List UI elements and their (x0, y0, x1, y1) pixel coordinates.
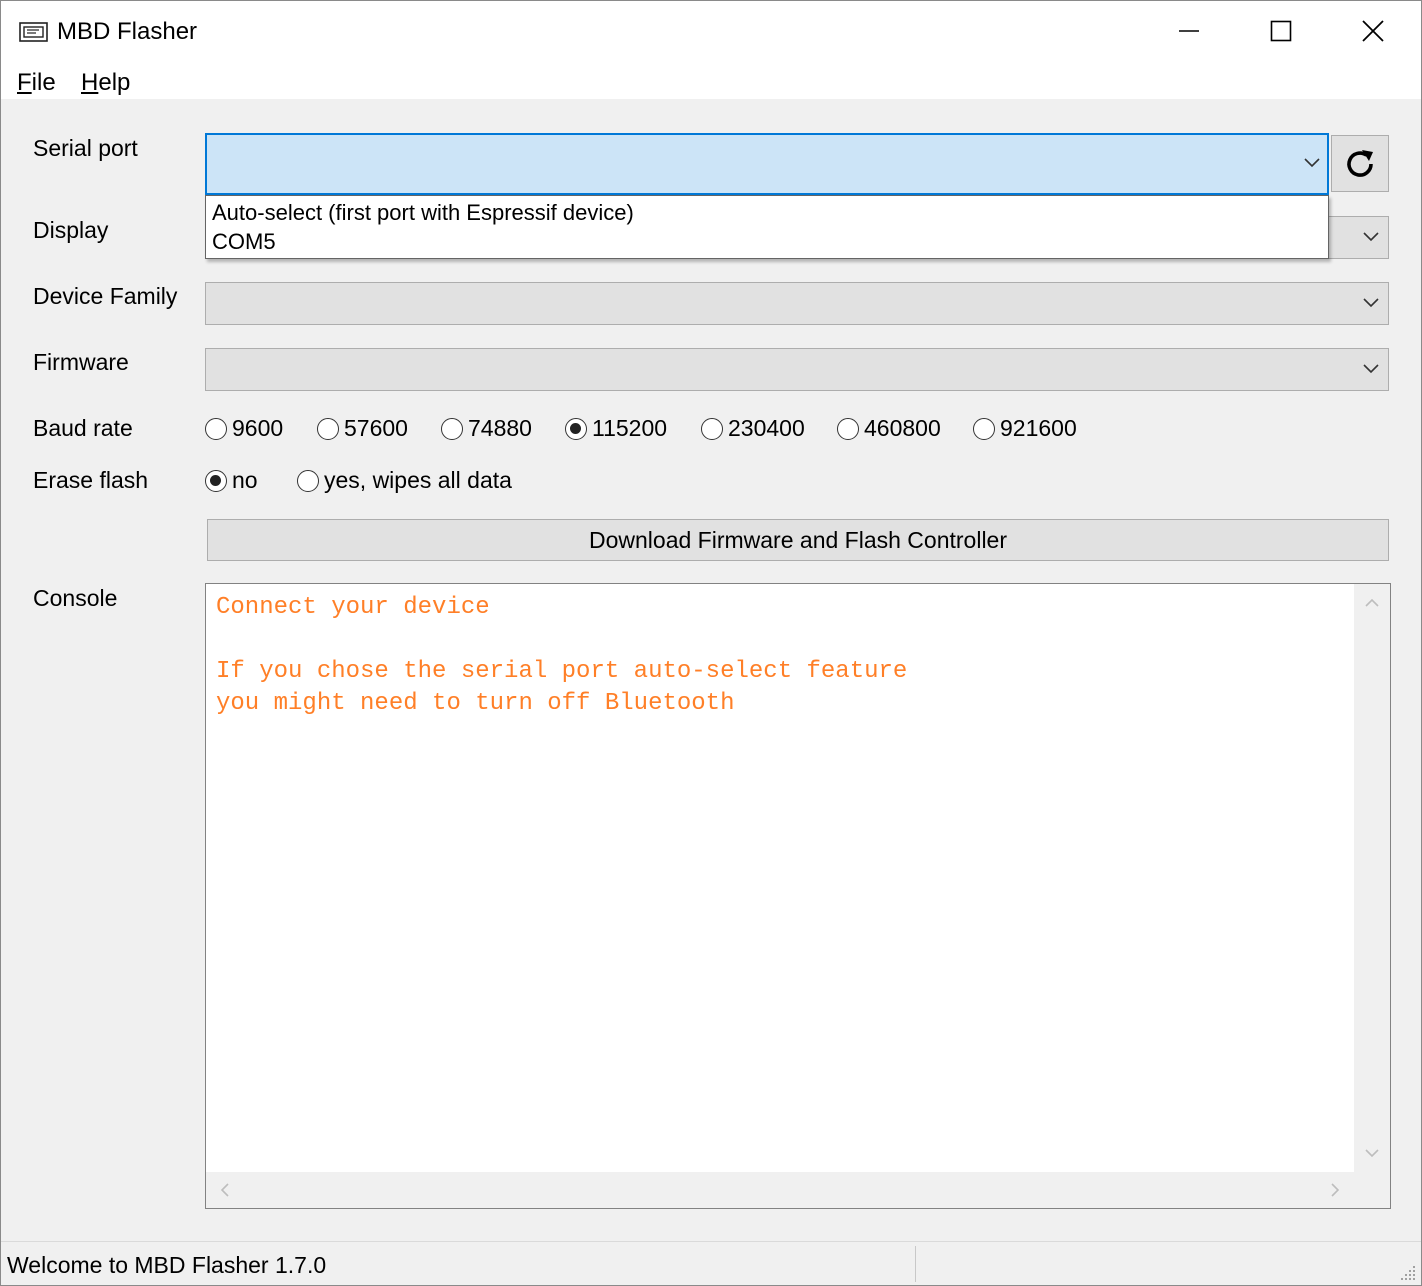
baud-radio-label: 57600 (344, 415, 408, 441)
maximize-button[interactable] (1235, 1, 1327, 61)
scroll-left-icon[interactable] (220, 1183, 230, 1197)
flash-controller-button[interactable]: Download Firmware and Flash Controller (207, 519, 1389, 561)
baud-radio-115200[interactable]: 115200 (565, 415, 667, 442)
scroll-down-icon[interactable] (1365, 1148, 1379, 1158)
radio-circle (837, 417, 859, 440)
menu-help-mnemonic: H (81, 69, 99, 96)
title-bar[interactable]: MBD Flasher (1, 1, 1421, 63)
status-separator (915, 1246, 916, 1282)
baud-radio-label: 115200 (592, 415, 668, 441)
console-output[interactable]: Connect your device If you chose the seri… (205, 583, 1391, 1209)
serial-port-option-auto[interactable]: Auto-select (first port with Espressif d… (212, 200, 634, 226)
app-window: MBD Flasher File Help Serial port Displa… (0, 0, 1422, 1286)
vertical-scrollbar[interactable] (1354, 584, 1390, 1172)
chevron-down-icon (1363, 298, 1379, 308)
serial-port-dropdown-list: Auto-select (first port with Espressif d… (205, 195, 1329, 259)
chevron-down-icon (1304, 158, 1320, 168)
erase-flash-label: Erase flash (33, 467, 149, 493)
serial-port-option-com5[interactable]: COM5 (212, 229, 276, 255)
erase-radio-no[interactable]: no (205, 467, 258, 494)
menu-bar: File Help (1, 63, 1421, 99)
radio-circle (441, 417, 463, 440)
refresh-ports-button[interactable] (1331, 135, 1389, 192)
erase-radio-label: yes, wipes all data (324, 467, 512, 493)
erase-radio-yes[interactable]: yes, wipes all data (297, 467, 512, 494)
baud-radio-74880[interactable]: 74880 (441, 415, 532, 442)
radio-circle (317, 417, 339, 440)
chevron-down-icon (1363, 232, 1379, 242)
window-title: MBD Flasher (57, 18, 198, 45)
menu-file-label: ile (31, 69, 56, 96)
menu-help[interactable]: Help (81, 69, 130, 97)
console-line: Connect your device (216, 594, 490, 621)
display-label: Display (33, 217, 109, 243)
close-button[interactable] (1327, 1, 1419, 61)
baud-radio-label: 921600 (1000, 415, 1077, 441)
menu-help-label: elp (98, 69, 131, 96)
device-family-combo[interactable] (205, 282, 1389, 325)
menu-file[interactable]: File (17, 69, 56, 97)
baud-radio-label: 230400 (728, 415, 805, 441)
console-line: If you chose the serial port auto-select… (216, 658, 908, 685)
baud-radio-label: 9600 (232, 415, 284, 441)
baud-radio-label: 74880 (468, 415, 532, 441)
maximize-icon (1270, 20, 1292, 42)
baud-radio-57600[interactable]: 57600 (317, 415, 408, 442)
menu-file-mnemonic: F (17, 69, 32, 96)
baud-rate-label: Baud rate (33, 415, 133, 441)
close-icon (1362, 20, 1384, 42)
refresh-icon (1347, 149, 1373, 177)
baud-radio-9600[interactable]: 9600 (205, 415, 283, 442)
chevron-down-icon (1363, 364, 1379, 374)
status-bar: Welcome to MBD Flasher 1.7.0 (1, 1241, 1421, 1285)
erase-radio-label: no (232, 467, 258, 493)
baud-radio-label: 460800 (864, 415, 941, 441)
resize-grip-icon[interactable] (1397, 1262, 1417, 1282)
radio-circle (205, 417, 227, 440)
minimize-icon (1179, 30, 1199, 32)
status-text: Welcome to MBD Flasher 1.7.0 (7, 1252, 327, 1278)
device-family-label: Device Family (33, 283, 178, 309)
scrollbar-corner (1354, 1172, 1390, 1208)
console-text: Connect your device If you chose the seri… (216, 592, 907, 720)
serial-port-combo[interactable] (205, 133, 1329, 195)
firmware-label: Firmware (33, 349, 129, 375)
minimize-button[interactable] (1143, 1, 1235, 61)
app-icon (19, 22, 48, 42)
console-label: Console (33, 585, 118, 611)
scroll-up-icon[interactable] (1365, 598, 1379, 608)
serial-port-label: Serial port (33, 135, 138, 161)
radio-circle-selected (205, 469, 227, 492)
baud-radio-230400[interactable]: 230400 (701, 415, 805, 442)
horizontal-scrollbar[interactable] (206, 1172, 1354, 1208)
baud-radio-921600[interactable]: 921600 (973, 415, 1077, 442)
radio-circle (701, 417, 723, 440)
radio-circle (297, 469, 319, 492)
scroll-right-icon[interactable] (1330, 1183, 1340, 1197)
firmware-combo[interactable] (205, 348, 1389, 391)
console-line: you might need to turn off Bluetooth (216, 690, 735, 717)
baud-radio-460800[interactable]: 460800 (837, 415, 941, 442)
radio-circle-selected (565, 417, 587, 440)
radio-circle (973, 417, 995, 440)
